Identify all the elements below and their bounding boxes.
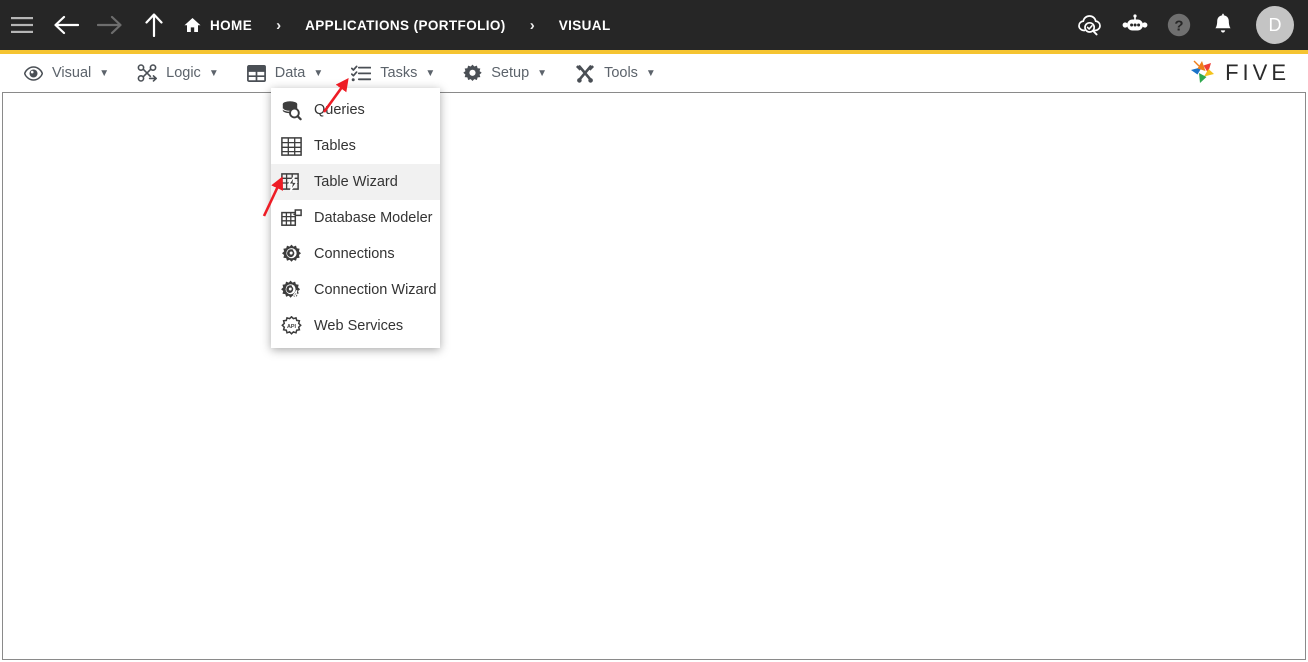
dropdown-label-connection-wizard: Connection Wizard: [314, 282, 437, 298]
dropdown-label-tables: Tables: [314, 138, 356, 154]
forward-button[interactable]: [88, 0, 132, 50]
breadcrumb-separator: ›: [276, 16, 282, 34]
database-search-icon: [280, 99, 302, 121]
breadcrumb-item-visual[interactable]: VISUAL: [559, 18, 611, 33]
chevron-down-icon: ▼: [425, 67, 436, 79]
dropdown-item-connections[interactable]: Connections: [271, 236, 440, 272]
chevron-down-icon: ▼: [99, 67, 110, 79]
wrench-screwdriver-icon: [575, 64, 595, 83]
brand-text: FIVE: [1225, 60, 1290, 85]
table-grid-icon: [246, 64, 266, 82]
arrow-right-icon: [97, 15, 122, 35]
connection-wizard-icon: [280, 279, 302, 301]
menu-item-data[interactable]: Data ▼: [233, 54, 338, 92]
menu-item-label-visual: Visual: [52, 65, 92, 81]
menu-item-logic[interactable]: Logic ▼: [123, 54, 233, 92]
breadcrumb-label-home: HOME: [210, 17, 253, 33]
notifications-bell-icon: [1215, 13, 1231, 33]
chat-bot-icon: [1122, 14, 1148, 31]
menu-item-visual[interactable]: Visual ▼: [10, 54, 123, 92]
svg-text:API: API: [287, 323, 296, 329]
data-dropdown-menu: Queries Tables Table Wizard Database Mod…: [271, 88, 440, 348]
menu-item-tasks[interactable]: Tasks ▼: [337, 54, 449, 92]
chevron-down-icon: ▼: [208, 67, 219, 79]
chevron-down-icon: ▼: [645, 67, 656, 79]
menu-item-label-logic: Logic: [166, 65, 201, 81]
arrow-left-icon: [54, 15, 79, 35]
dropdown-item-queries[interactable]: Queries: [271, 92, 440, 128]
breadcrumb-item-home[interactable]: HOME: [184, 17, 252, 33]
table-wizard-icon: [280, 171, 302, 193]
dropdown-label-queries: Queries: [314, 102, 365, 118]
dropdown-label-web-services: Web Services: [314, 318, 404, 334]
five-pinwheel-icon: [1191, 60, 1215, 83]
help-button[interactable]: ?: [1164, 10, 1194, 40]
menu-item-tools[interactable]: Tools ▼: [561, 54, 670, 92]
notifications-button[interactable]: [1208, 10, 1238, 40]
checklist-icon: [351, 65, 372, 82]
nav-icon-group: [0, 0, 176, 50]
dropdown-item-connection-wizard[interactable]: Connection Wizard: [271, 272, 440, 308]
content-canvas: [2, 92, 1306, 660]
topbar-actions: ? D: [1076, 0, 1294, 50]
dropdown-item-database-modeler[interactable]: Database Modeler: [271, 200, 440, 236]
chat-bot-button[interactable]: [1120, 10, 1150, 40]
eye-icon: [24, 65, 43, 81]
breadcrumb-separator: ›: [529, 16, 535, 34]
help-icon: ?: [1167, 13, 1191, 37]
breadcrumb-label-visual: VISUAL: [558, 17, 611, 33]
gear-icon: [463, 64, 482, 83]
hamburger-icon: [11, 17, 33, 33]
dropdown-item-table-wizard[interactable]: Table Wizard: [271, 164, 440, 200]
chevron-down-icon: ▼: [537, 67, 548, 79]
up-button[interactable]: [132, 0, 176, 50]
table-grid-icon: [280, 135, 302, 157]
logic-nodes-icon: [137, 64, 158, 82]
database-modeler-icon: [280, 207, 302, 229]
cloud-search-icon: [1078, 15, 1101, 36]
dropdown-item-tables[interactable]: Tables: [271, 128, 440, 164]
dropdown-label-table-wizard: Table Wizard: [314, 174, 398, 190]
chevron-down-icon: ▼: [313, 67, 324, 79]
menu-item-setup[interactable]: Setup ▼: [449, 54, 561, 92]
menu-toggle[interactable]: [0, 0, 44, 50]
arrow-up-icon: [145, 13, 163, 37]
home-icon: [184, 17, 201, 33]
dropdown-label-connections: Connections: [314, 246, 395, 262]
breadcrumb: HOME › APPLICATIONS (PORTFOLIO) › VISUAL: [184, 0, 611, 50]
back-button[interactable]: [44, 0, 88, 50]
brand-logo: FIVE: [1189, 59, 1290, 87]
breadcrumb-label-applications: APPLICATIONS (PORTFOLIO): [305, 17, 506, 33]
svg-text:?: ?: [1174, 18, 1183, 35]
menu-item-label-data: Data: [274, 65, 306, 81]
menu-item-label-tools: Tools: [604, 65, 638, 81]
breadcrumb-item-applications[interactable]: APPLICATIONS (PORTFOLIO): [305, 18, 506, 33]
menu-bar: Visual ▼ Logic ▼ Data ▼ Tasks ▼ Setup ▼ …: [0, 54, 1308, 92]
avatar[interactable]: D: [1256, 6, 1294, 44]
menu-item-label-setup: Setup: [491, 65, 530, 81]
top-bar: HOME › APPLICATIONS (PORTFOLIO) › VISUAL: [0, 0, 1308, 50]
api-badge-icon: API: [280, 315, 302, 337]
cloud-search-button[interactable]: [1076, 10, 1106, 40]
connections-gear-icon: [280, 243, 302, 265]
dropdown-label-database-modeler: Database Modeler: [314, 210, 433, 226]
dropdown-item-web-services[interactable]: API Web Services: [271, 308, 440, 344]
menu-item-label-tasks: Tasks: [380, 65, 418, 81]
